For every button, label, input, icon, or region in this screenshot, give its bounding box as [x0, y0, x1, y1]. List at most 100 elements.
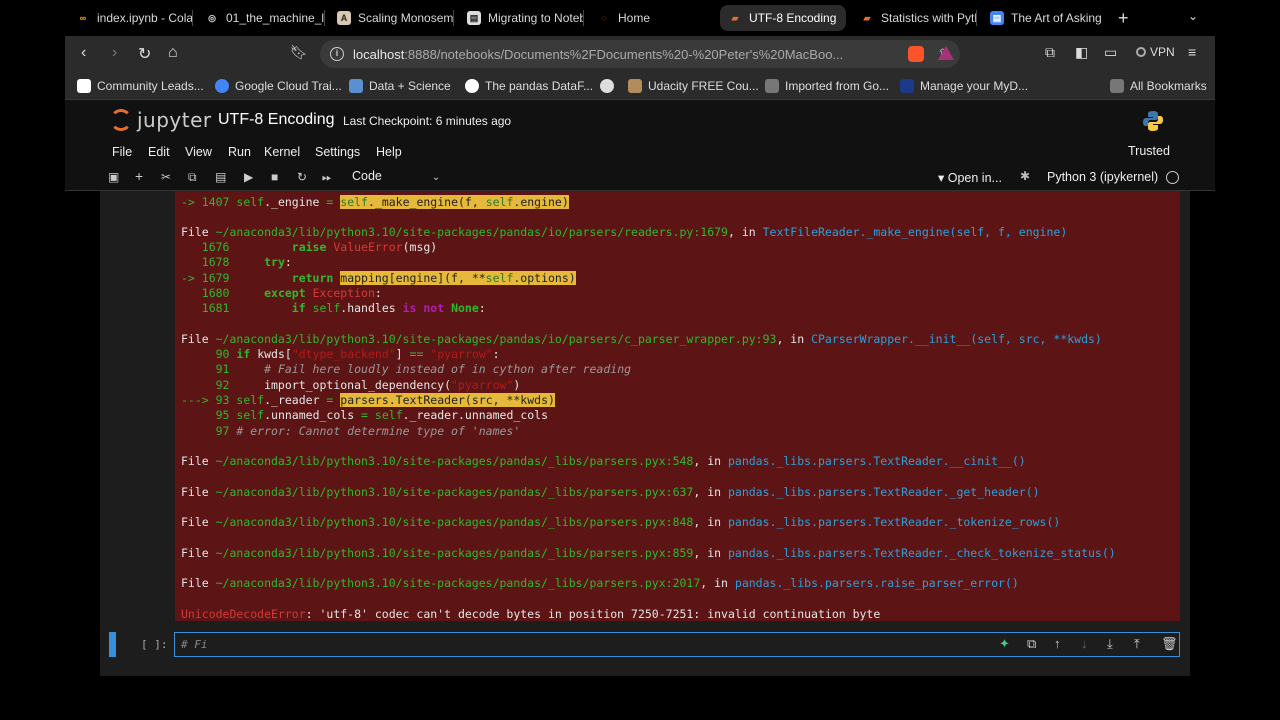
reload-icon[interactable]: ↻ — [138, 44, 151, 64]
active-cell-indicator — [109, 632, 116, 657]
tab-colab[interactable]: ∞ index.ipynb - Colab — [68, 5, 193, 31]
menu-hamburger-icon[interactable]: ≡ — [1188, 44, 1196, 60]
insert-below-icon[interactable]: ⤓ — [1107, 636, 1113, 652]
tab-title: Migrating to Notebook 7 — [488, 11, 584, 25]
github-favicon-icon: ◎ — [208, 12, 216, 23]
move-up-arrow-icon[interactable]: ↑ — [1054, 636, 1061, 651]
bookmark-pandas-dataframe[interactable]: The pandas DataF... — [465, 79, 593, 93]
vpn-status-icon — [1136, 47, 1146, 57]
trusted-indicator[interactable]: Trusted — [1128, 144, 1170, 158]
brave-shield-icon[interactable] — [908, 46, 924, 62]
vpn-button[interactable]: VPN — [1136, 45, 1175, 59]
folder-icon — [1110, 79, 1124, 93]
traceback-file-line: File ~/anaconda3/lib/python3.10/site-pac… — [181, 225, 1068, 239]
wallet-icon[interactable]: ▭ — [1104, 44, 1117, 61]
delete-cell-trash-icon[interactable]: 🗑︎ — [1161, 636, 1178, 652]
tab-migrating-notebook[interactable]: ▤ Migrating to Notebook 7 — [459, 5, 584, 31]
grid-icon — [349, 79, 363, 93]
run-icon[interactable]: ▶ — [244, 170, 253, 184]
tab-title: The Art of Asking — [1011, 11, 1102, 25]
menu-file[interactable]: File — [112, 145, 132, 159]
bookmark-community-leads[interactable]: Community Leads... — [77, 79, 204, 93]
last-checkpoint: Last Checkpoint: 6 minutes ago — [343, 114, 512, 128]
menu-edit[interactable]: Edit — [148, 145, 170, 159]
forward-arrow-icon[interactable]: › — [112, 44, 117, 62]
sidebar-icon[interactable]: ◧ — [1075, 44, 1088, 61]
google-docs-favicon-icon: ▤ — [990, 11, 1004, 25]
kernel-name[interactable]: Python 3 (ipykernel) — [1047, 170, 1158, 184]
tab-machine-learning[interactable]: ◎ 01_the_machine_learning — [197, 5, 325, 31]
extensions-icon[interactable]: ⧉ — [1045, 44, 1055, 61]
traceback-file-line: File ~/anaconda3/lib/python3.10/site-pac… — [181, 332, 1102, 346]
cell-type-select[interactable]: Code ⌄ — [352, 169, 440, 183]
bookmark-data-science[interactable]: Data + Science — [349, 79, 451, 93]
menu-run[interactable]: Run — [228, 145, 251, 159]
bookmark-icon[interactable]: 🔖︎ — [290, 44, 308, 61]
cell-prompt: [ ]: — [141, 638, 168, 651]
menu-help[interactable]: Help — [376, 145, 402, 159]
traceback-line: ---> 93 self._reader = parsers.TextReade… — [181, 393, 555, 407]
bookmark-google-cloud[interactable]: Google Cloud Trai... — [215, 79, 342, 93]
url-text: localhost:8888/notebooks/Documents%2FDoc… — [353, 47, 844, 62]
jupyter-logo[interactable]: jupyter — [110, 108, 212, 132]
cut-icon[interactable]: ✂ — [161, 170, 171, 184]
traceback-line: -> 1407 self._engine = self._make_engine… — [181, 195, 569, 209]
back-arrow-icon[interactable]: ‹ — [81, 44, 86, 62]
tab-title: Statistics with Python — [881, 11, 977, 25]
traceback-line: 91 # Fail here loudly instead of in cyth… — [181, 362, 632, 376]
traceback-file-line: File ~/anaconda3/lib/python3.10/site-pac… — [181, 515, 1061, 529]
bookmarks-bar: Community Leads... Google Cloud Trai... … — [65, 72, 1215, 100]
bookmark-favicon-icon — [77, 79, 91, 93]
jupyter-menubar: File Edit View Run Kernel Settings Help … — [65, 142, 1215, 164]
ai-sparkle-icon[interactable]: ✦ — [999, 636, 1010, 652]
bookmark-imported-folder[interactable]: Imported from Go... — [765, 79, 889, 93]
url-omnibox[interactable]: i localhost:8888/notebooks/Documents%2FD… — [320, 40, 960, 68]
add-cell-icon[interactable]: + — [135, 168, 143, 184]
brave-rewards-icon[interactable] — [938, 46, 954, 60]
tab-title: UTF-8 Encoding — [749, 11, 837, 25]
tab-home[interactable]: ◌ Home — [589, 5, 714, 31]
fast-forward-icon[interactable]: ⏩︎ — [322, 170, 332, 185]
kernel-status-icon — [1166, 171, 1179, 184]
menu-kernel[interactable]: Kernel — [264, 145, 300, 159]
globe-icon — [600, 79, 614, 93]
tab-statistics-python[interactable]: ▰ Statistics with Python — [852, 5, 977, 31]
site-info-icon[interactable]: i — [330, 47, 344, 61]
copy-icon[interactable]: ⧉ — [188, 170, 197, 185]
traceback-line: 1681 if self.handles is not None: — [181, 301, 486, 315]
udacity-icon — [628, 79, 642, 93]
open-in-dropdown[interactable]: ▾ Open in... — [938, 170, 1002, 185]
save-icon[interactable]: ▣ — [108, 170, 119, 184]
stop-icon[interactable]: ■ — [271, 170, 278, 184]
browser-tab-bar: ∞ index.ipynb - Colab ◎ 01_the_machine_l… — [0, 0, 1280, 36]
bookmark-all-bookmarks[interactable]: All Bookmarks — [1110, 79, 1207, 93]
restart-icon[interactable]: ↻ — [297, 170, 307, 184]
bookmark-favicon-icon — [900, 79, 914, 93]
tab-utf8-encoding[interactable]: ▰ UTF-8 Encoding ✕ — [720, 5, 846, 31]
insert-above-icon[interactable]: ⤒ — [1134, 636, 1140, 652]
bookmark-manage-myd[interactable]: Manage your MyD... — [900, 79, 1028, 93]
menu-settings[interactable]: Settings — [315, 145, 360, 159]
duplicate-cell-icon[interactable]: ⧉ — [1027, 636, 1036, 652]
move-down-arrow-icon[interactable]: ↓ — [1081, 636, 1088, 651]
new-tab-plus-icon[interactable]: + — [1118, 8, 1129, 29]
bookmark-udacity[interactable]: Udacity FREE Cou... — [628, 79, 759, 93]
tab-title: Scaling Monosemanticity — [358, 11, 454, 25]
tab-list-chevron-icon[interactable]: ⌄ — [1188, 9, 1198, 23]
menu-view[interactable]: View — [185, 145, 212, 159]
traceback-line: 97 # error: Cannot determine type of 'na… — [181, 424, 521, 438]
debugger-bug-icon[interactable]: ✱ — [1020, 169, 1030, 183]
paste-icon[interactable]: ▤ — [215, 170, 226, 184]
python-logo-icon — [1143, 111, 1163, 131]
bookmark-globe[interactable] — [600, 79, 614, 93]
doc-favicon-icon: ▤ — [467, 11, 481, 25]
chevron-down-icon: ⌄ — [431, 172, 441, 183]
tab-art-of-asking[interactable]: ▤ The Art of Asking — [982, 5, 1107, 31]
traceback-line: 1676 raise ValueError(msg) — [181, 240, 438, 254]
tab-scaling-monosemanticity[interactable]: A Scaling Monosemanticity — [329, 5, 454, 31]
jupyter-header: jupyter UTF-8 Encoding Last Checkpoint: … — [65, 100, 1215, 142]
traceback-line: 1678 try: — [181, 255, 292, 269]
home-icon[interactable]: ⌂ — [168, 44, 178, 62]
notebook-title[interactable]: UTF-8 Encoding — [218, 111, 335, 129]
pandas-icon — [465, 79, 479, 93]
